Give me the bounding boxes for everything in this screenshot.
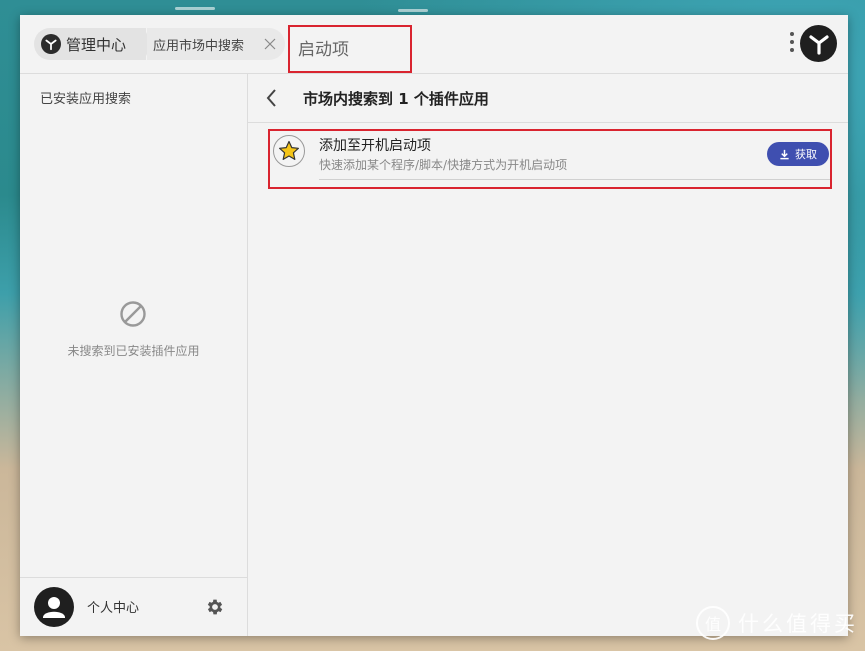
title-bar: 管理中心 应用市场中搜索 启动项 [20, 15, 848, 74]
search-input[interactable]: 启动项 [298, 35, 349, 60]
no-results-icon [120, 301, 146, 327]
avatar[interactable] [34, 587, 74, 627]
sidebar: 已安装应用搜索 未搜索到已安装插件应用 个人中心 [20, 74, 248, 636]
app-logo-icon [41, 34, 61, 54]
close-icon[interactable] [263, 37, 277, 51]
list-item[interactable]: 添加至开机启动项 快速添加某个程序/脚本/快捷方式为开机启动项 获取 [268, 129, 832, 189]
plugin-description: 快速添加某个程序/脚本/快捷方式为开机启动项 [319, 158, 568, 172]
back-arrow-icon[interactable] [264, 88, 280, 108]
main-header: 市场内搜索到 1 个插件应用 [248, 74, 848, 123]
get-button-label: 获取 [795, 148, 817, 161]
tab-label: 应用市场中搜索 [153, 38, 245, 54]
wallpaper-stripe [398, 9, 428, 12]
divider [319, 179, 830, 180]
plugin-icon [273, 135, 305, 167]
home-breadcrumb[interactable]: 管理中心 [34, 28, 146, 60]
main-panel: 市场内搜索到 1 个插件应用 添加至开机启动项 快速添加某个程序/脚本/快捷方式… [248, 74, 848, 636]
watermark-logo-icon: 值 [696, 606, 730, 640]
sidebar-footer: 个人中心 [20, 577, 247, 637]
tab-market-search[interactable]: 应用市场中搜索 [147, 28, 285, 60]
app-window: 管理中心 应用市场中搜索 启动项 已安装应用搜索 未搜索到已安装插件应用 个人中… [20, 15, 848, 636]
more-menu-icon[interactable] [788, 32, 796, 56]
download-icon [780, 149, 789, 159]
wallpaper-stripe [175, 7, 215, 10]
empty-state-message: 未搜索到已安装插件应用 [67, 344, 200, 358]
user-center-link[interactable]: 个人中心 [87, 597, 139, 616]
page-title: 市场内搜索到 1 个插件应用 [303, 90, 489, 108]
watermark: 值 什么值得买 [696, 606, 858, 640]
watermark-text: 什么值得买 [738, 612, 858, 636]
get-button[interactable]: 获取 [767, 142, 829, 166]
star-icon [279, 140, 299, 160]
brand-logo-icon[interactable] [800, 25, 837, 62]
user-icon [43, 597, 65, 618]
gear-icon[interactable] [205, 597, 225, 617]
sidebar-title: 已安装应用搜索 [40, 92, 132, 107]
plugin-title: 添加至开机启动项 [319, 138, 431, 154]
home-label: 管理中心 [66, 35, 127, 54]
